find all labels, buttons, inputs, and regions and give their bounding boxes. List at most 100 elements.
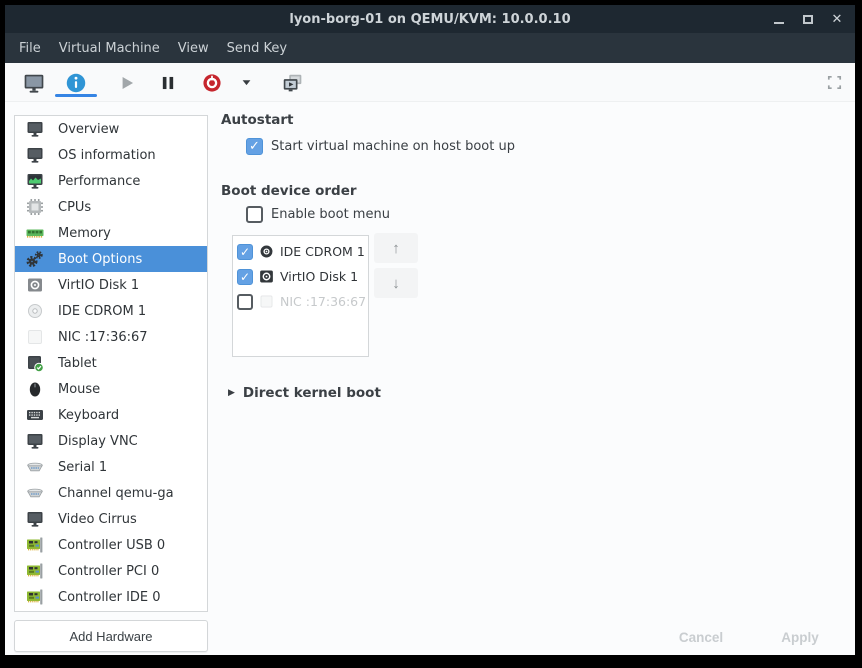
boot-device-list: IDE CDROM 1 VirtIO Disk 1 NIC :17:36:67 — [232, 235, 369, 357]
power-icon — [201, 72, 223, 94]
sidebar-item-controller-pci-0[interactable]: Controller PCI 0 — [15, 558, 207, 584]
cdrom-icon — [25, 301, 45, 321]
boot-device-checkbox[interactable] — [237, 244, 253, 260]
sidebar-item-label: CPUs — [58, 200, 91, 215]
boot-device-checkbox[interactable] — [237, 269, 253, 285]
menu-send-key[interactable]: Send Key — [218, 33, 296, 63]
window-controls: ✕ — [771, 5, 845, 33]
sidebar-item-label: Display VNC — [58, 434, 138, 449]
pause-button[interactable] — [149, 66, 187, 99]
fullscreen-brackets-icon — [825, 73, 844, 92]
snapshots-button[interactable] — [271, 66, 313, 99]
move-up-button[interactable]: ↑ — [374, 233, 418, 263]
pci-card-icon — [25, 561, 45, 581]
sidebar-item-nic[interactable]: NIC :17:36:67 — [15, 324, 207, 350]
vm-details-window: lyon-borg-01 on QEMU/KVM: 10.0.0.10 ✕ Fi… — [5, 5, 855, 655]
sidebar-item-label: IDE CDROM 1 — [58, 304, 146, 319]
display-icon — [25, 509, 45, 529]
enable-boot-menu-checkbox[interactable] — [246, 206, 263, 223]
enable-boot-menu-row: Enable boot menu — [246, 206, 390, 223]
sidebar-item-video-cirrus[interactable]: Video Cirrus — [15, 506, 207, 532]
sidebar-item-ide-cdrom-1[interactable]: IDE CDROM 1 — [15, 298, 207, 324]
sidebar-item-label: VirtIO Disk 1 — [58, 278, 139, 293]
sidebar-item-label: Boot Options — [58, 252, 142, 267]
menu-virtual-machine[interactable]: Virtual Machine — [50, 33, 169, 63]
menu-view[interactable]: View — [169, 33, 218, 63]
sidebar-item-display-vnc[interactable]: Display VNC — [15, 428, 207, 454]
run-button[interactable] — [108, 66, 146, 99]
minimize-button[interactable] — [771, 11, 787, 27]
direct-kernel-boot-expander[interactable]: ▶ Direct kernel boot — [228, 385, 381, 401]
menubar: File Virtual Machine View Send Key — [5, 33, 855, 63]
sidebar-item-cpus[interactable]: CPUs — [15, 194, 207, 220]
sidebar-item-mouse[interactable]: Mouse — [15, 376, 207, 402]
move-down-button[interactable]: ↓ — [374, 268, 418, 298]
info-icon — [65, 72, 87, 94]
apply-button[interactable]: Apply — [754, 626, 846, 648]
memory-module-icon — [25, 223, 45, 243]
sidebar-item-serial-1[interactable]: Serial 1 — [15, 454, 207, 480]
nic-icon — [25, 327, 45, 347]
monitor-icon — [23, 72, 45, 94]
up-arrow-icon: ↑ — [392, 240, 400, 257]
sidebar-item-keyboard[interactable]: Keyboard — [15, 402, 207, 428]
autostart-heading: Autostart — [221, 112, 294, 128]
sidebar-item-label: Performance — [58, 174, 140, 189]
sidebar-item-overview[interactable]: Overview — [15, 116, 207, 142]
shutdown-button[interactable] — [193, 66, 231, 99]
sidebar-item-label: Serial 1 — [58, 460, 107, 475]
sidebar-item-label: Controller USB 0 — [58, 538, 165, 553]
expander-arrow-icon: ▶ — [228, 388, 235, 398]
titlebar[interactable]: lyon-borg-01 on QEMU/KVM: 10.0.0.10 ✕ — [5, 5, 855, 33]
sidebar-item-virtio-disk-1[interactable]: VirtIO Disk 1 — [15, 272, 207, 298]
sidebar-item-memory[interactable]: Memory — [15, 220, 207, 246]
down-arrow-icon: ↓ — [392, 275, 400, 292]
minimize-icon — [774, 22, 784, 24]
boot-device-row-ide-cdrom[interactable]: IDE CDROM 1 — [237, 239, 368, 264]
boot-device-row-virtio-disk[interactable]: VirtIO Disk 1 — [237, 264, 368, 289]
fullscreen-button[interactable] — [815, 66, 853, 99]
menu-file[interactable]: File — [10, 33, 50, 63]
boot-device-label: NIC :17:36:67 — [280, 294, 366, 309]
add-hardware-button[interactable]: Add Hardware — [14, 620, 208, 652]
performance-chart-icon — [25, 171, 45, 191]
sidebar-item-label: Keyboard — [58, 408, 119, 423]
nic-faint-icon — [258, 293, 275, 310]
console-view-button[interactable] — [17, 66, 51, 99]
mouse-icon — [25, 379, 45, 399]
sidebar-item-label: Memory — [58, 226, 111, 241]
monitor-icon — [25, 119, 45, 139]
sidebar-item-partial[interactable] — [15, 610, 207, 612]
cancel-button[interactable]: Cancel — [655, 626, 747, 648]
sidebar-item-controller-ide-0[interactable]: Controller IDE 0 — [15, 584, 207, 610]
autostart-row: Start virtual machine on host boot up — [246, 138, 515, 155]
sidebar-item-performance[interactable]: Performance — [15, 168, 207, 194]
boot-device-label: VirtIO Disk 1 — [280, 269, 358, 284]
disk-icon — [25, 275, 45, 295]
close-button[interactable]: ✕ — [829, 11, 845, 27]
boot-device-checkbox[interactable] — [237, 294, 253, 310]
window-title: lyon-borg-01 on QEMU/KVM: 10.0.0.10 — [289, 12, 570, 27]
sidebar-item-channel-qemu-ga[interactable]: Channel qemu-ga — [15, 480, 207, 506]
sidebar-item-os-information[interactable]: OS information — [15, 142, 207, 168]
boot-device-row-nic[interactable]: NIC :17:36:67 — [237, 289, 368, 314]
cdrom-dark-icon — [258, 243, 275, 260]
autostart-checkbox-label: Start virtual machine on host boot up — [271, 139, 515, 154]
serial-port-icon — [25, 483, 45, 503]
play-icon — [116, 72, 138, 94]
sidebar-item-boot-options[interactable]: Boot Options — [15, 246, 207, 272]
shutdown-menu-button[interactable] — [233, 66, 259, 99]
keyboard-icon — [25, 405, 45, 425]
pci-card-icon — [25, 535, 45, 555]
maximize-button[interactable] — [800, 11, 816, 27]
tablet-icon — [25, 353, 45, 373]
enable-boot-menu-label: Enable boot menu — [271, 207, 390, 222]
autostart-checkbox[interactable] — [246, 138, 263, 155]
direct-kernel-boot-label: Direct kernel boot — [243, 385, 381, 401]
sidebar-item-tablet[interactable]: Tablet — [15, 350, 207, 376]
details-view-button[interactable] — [55, 66, 97, 99]
close-icon: ✕ — [832, 13, 843, 26]
sidebar-item-controller-usb-0[interactable]: Controller USB 0 — [15, 532, 207, 558]
sidebar-item-label: Channel qemu-ga — [58, 486, 174, 501]
boot-device-label: IDE CDROM 1 — [280, 244, 365, 259]
